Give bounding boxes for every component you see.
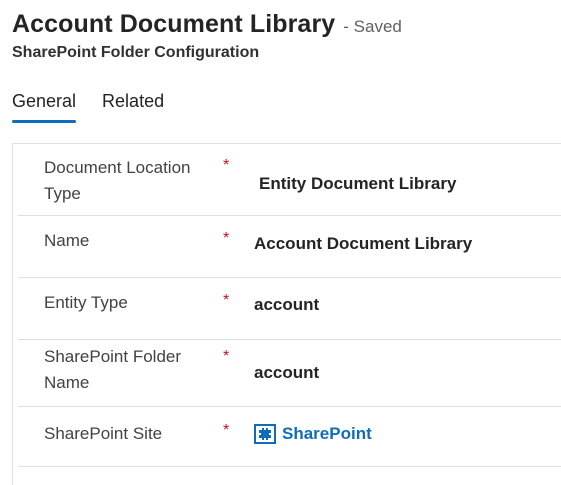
field-row-name: Name * Account Document Library [18, 216, 561, 278]
tab-related[interactable]: Related [102, 91, 164, 120]
form-header: Account Document Library - Saved SharePo… [12, 10, 561, 62]
field-row-document-location-type: Document Location Type * Entity Document… [18, 143, 561, 216]
sharepoint-site-icon [254, 424, 276, 444]
field-label-sharepoint-folder-name: SharePoint Folder Name [44, 347, 182, 392]
sharepoint-site-link[interactable]: SharePoint [254, 424, 372, 444]
field-row-sharepoint-folder-name: SharePoint Folder Name * account [18, 340, 561, 407]
required-indicator: * [223, 348, 230, 365]
form-page: Account Document Library - Saved SharePo… [0, 0, 561, 485]
tab-list: General Related [12, 91, 190, 123]
required-indicator: * [223, 422, 230, 439]
required-indicator: * [223, 230, 230, 247]
field-value-entity-type[interactable]: account [254, 295, 319, 315]
field-row-entity-type: Entity Type * account [18, 278, 561, 340]
field-value-document-location-type[interactable]: Entity Document Library [259, 174, 456, 194]
field-value-sharepoint-folder-name[interactable]: account [254, 363, 319, 383]
save-status: - Saved [343, 17, 402, 36]
sharepoint-site-link-label: SharePoint [282, 424, 372, 443]
required-indicator: * [223, 157, 230, 174]
field-label-sharepoint-site: SharePoint Site [44, 424, 163, 443]
record-title: Account Document Library [12, 10, 336, 38]
field-label-name: Name [44, 231, 90, 250]
tab-general[interactable]: General [12, 91, 77, 123]
field-row-sharepoint-site: SharePoint Site * SharePoint [18, 407, 561, 467]
field-label-entity-type: Entity Type [44, 293, 128, 312]
field-value-name[interactable]: Account Document Library [254, 234, 472, 254]
title-row: Account Document Library - Saved [12, 10, 561, 39]
required-indicator: * [223, 292, 230, 309]
entity-subtitle: SharePoint Folder Configuration [12, 44, 260, 61]
field-label-document-location-type: Document Location Type [44, 158, 191, 203]
